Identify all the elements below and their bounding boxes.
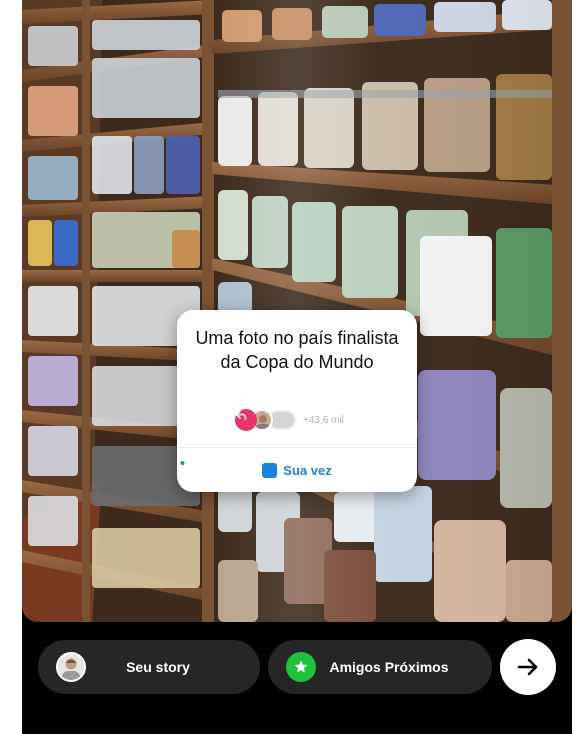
arrow-right-icon [517,658,538,676]
question-sticker[interactable]: Uma foto no país finalista da Copa do Mu… [177,310,417,492]
next-button[interactable] [500,639,556,695]
star-icon [286,652,316,682]
close-friends-label: Amigos Próximos [329,659,449,675]
close-friends-button[interactable]: Amigos Próximos [268,640,492,694]
sticker-divider [177,447,417,448]
story-composer: Uma foto no país finalista da Copa do Mu… [22,0,572,734]
share-bar: Seu story Amigos Próximos [22,622,572,734]
your-story-button[interactable]: Seu story [38,640,260,694]
left-jars [28,20,200,588]
camera-icon [177,458,278,478]
your-turn-label: Sua vez [283,462,332,478]
your-turn-button[interactable]: Sua vez [177,458,417,482]
story-photo: Uma foto no país finalista da Copa do Mu… [22,0,572,622]
your-story-label: Seu story [126,659,190,675]
profile-avatar-icon [56,652,86,682]
sticker-question-text: Uma foto no país finalista da Copa do Mu… [195,328,399,372]
reply-arrow-icon [235,409,257,431]
responders-row: +43,6 mil [235,409,344,431]
response-count: +43,6 mil [303,414,344,426]
